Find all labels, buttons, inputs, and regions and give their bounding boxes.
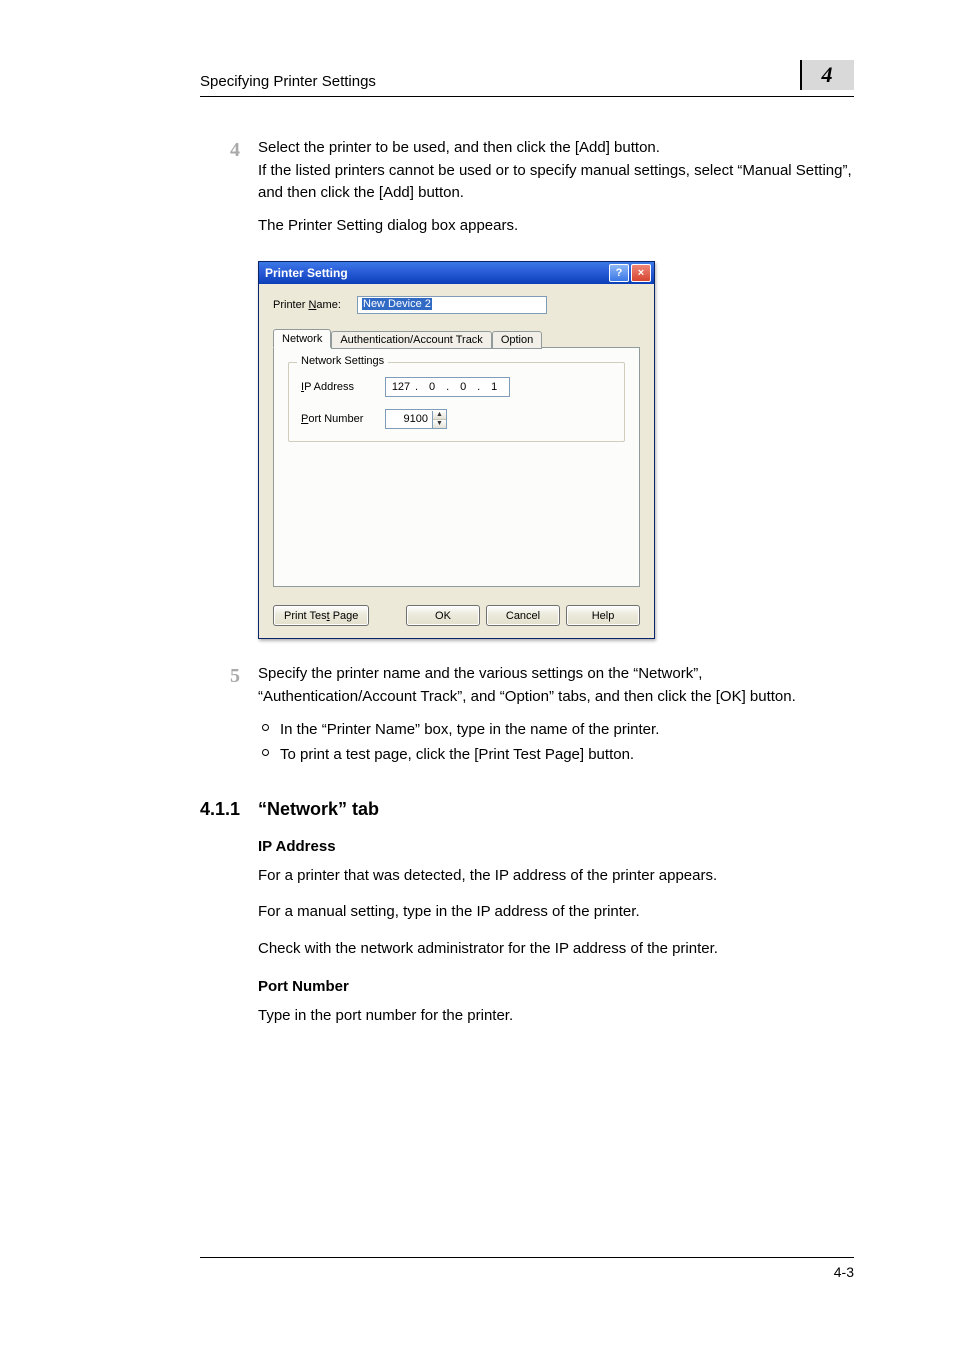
port-spin-up[interactable]: ▲ bbox=[433, 411, 446, 420]
ip-octet-1[interactable]: 127 bbox=[388, 381, 414, 393]
printer-name-input[interactable]: New Device 2 bbox=[357, 296, 547, 314]
tab-network[interactable]: Network bbox=[273, 329, 331, 348]
port-number-label: Port Number bbox=[301, 413, 385, 425]
step-4-line-1: Select the printer to be used, and then … bbox=[258, 137, 854, 160]
printer-setting-dialog: Printer Setting ? × Printer Name: New De… bbox=[258, 261, 655, 639]
tab-panel-network: Network Settings IP Address 127. 0. 0. 1 bbox=[273, 347, 640, 587]
ip-octet-3[interactable]: 0 bbox=[450, 381, 476, 393]
step-4-line-3: The Printer Setting dialog box appears. bbox=[258, 215, 854, 238]
step-4-line-2: If the listed printers cannot be used or… bbox=[258, 160, 854, 205]
chapter-number: 4 bbox=[822, 62, 833, 88]
printer-setting-dialog-screenshot: Printer Setting ? × Printer Name: New De… bbox=[258, 261, 854, 639]
dialog-title: Printer Setting bbox=[265, 266, 348, 280]
port-spin-down[interactable]: ▼ bbox=[433, 420, 446, 428]
port-number-para-1: Type in the port number for the printer. bbox=[258, 1005, 854, 1028]
step-number-5: 5 bbox=[200, 663, 258, 769]
cancel-button[interactable]: Cancel bbox=[486, 605, 560, 626]
step-4: 4 Select the printer to be used, and the… bbox=[200, 137, 854, 247]
port-number-input[interactable]: 9100 ▲ ▼ bbox=[385, 409, 447, 429]
ip-address-para-3: Check with the network administrator for… bbox=[258, 938, 854, 961]
section-heading-4-1-1: 4.1.1 “Network” tab bbox=[200, 799, 854, 820]
port-number-heading: Port Number bbox=[258, 978, 854, 995]
running-header: Specifying Printer Settings bbox=[200, 73, 376, 90]
dialog-titlebar: Printer Setting ? × bbox=[259, 262, 654, 284]
section-number: 4.1.1 bbox=[200, 799, 258, 820]
step-5-bullet-1: In the “Printer Name” box, type in the n… bbox=[258, 718, 854, 741]
ip-octet-4[interactable]: 1 bbox=[481, 381, 507, 393]
tabs-row: Network Authentication/Account Track Opt… bbox=[273, 328, 640, 347]
network-settings-group: Network Settings IP Address 127. 0. 0. 1 bbox=[288, 362, 625, 442]
ip-address-para-2: For a manual setting, type in the IP add… bbox=[258, 901, 854, 924]
help-button[interactable]: Help bbox=[566, 605, 640, 626]
ip-address-para-1: For a printer that was detected, the IP … bbox=[258, 865, 854, 888]
titlebar-close-button[interactable]: × bbox=[631, 264, 651, 282]
ip-address-label: IP Address bbox=[301, 381, 385, 393]
port-number-value[interactable]: 9100 bbox=[386, 413, 432, 425]
step-5: 5 Specify the printer name and the vario… bbox=[200, 663, 854, 769]
page-footer: 4-3 bbox=[200, 1257, 854, 1280]
ok-button[interactable]: OK bbox=[406, 605, 480, 626]
header-rule bbox=[200, 96, 854, 97]
step-5-bullet-2: To print a test page, click the [Print T… bbox=[258, 743, 854, 766]
chapter-badge: 4 bbox=[800, 60, 854, 90]
printer-name-label: Printer Name: bbox=[273, 299, 357, 311]
step-number-4: 4 bbox=[200, 137, 258, 247]
step-5-body: Specify the printer name and the various… bbox=[258, 663, 854, 708]
footer-rule bbox=[200, 1257, 854, 1258]
titlebar-help-button[interactable]: ? bbox=[609, 264, 629, 282]
section-title: “Network” tab bbox=[258, 799, 379, 820]
network-settings-legend: Network Settings bbox=[297, 355, 388, 367]
tab-option[interactable]: Option bbox=[492, 331, 542, 349]
ip-octet-2[interactable]: 0 bbox=[419, 381, 445, 393]
ip-address-input[interactable]: 127. 0. 0. 1 bbox=[385, 377, 510, 397]
print-test-page-button[interactable]: Print Test Page bbox=[273, 605, 369, 626]
ip-address-heading: IP Address bbox=[258, 838, 854, 855]
page-number: 4-3 bbox=[834, 1264, 854, 1280]
tab-authentication-account-track[interactable]: Authentication/Account Track bbox=[331, 331, 491, 349]
